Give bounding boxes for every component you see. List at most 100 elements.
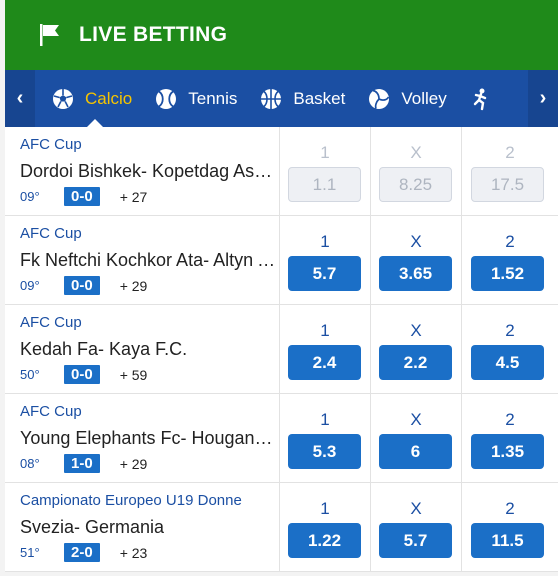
odd-label: 1 [320,410,330,429]
tab-volley[interactable]: Volley [367,70,447,127]
odds-draw: X 2.2 [370,305,461,393]
odd-button[interactable]: 1.35 [471,434,544,469]
match-meta: 08° 1-0 + 29 [20,454,147,473]
odd-label: 1 [320,232,330,251]
more-markets-link[interactable]: + 29 [120,278,148,294]
event-row: AFC Cup Fk Neftchi Kochkor Ata- Altyn As… [5,216,558,305]
odd-label: 2 [505,499,515,518]
soccer-ball-icon [53,88,73,109]
match-score: 0-0 [64,187,100,206]
tab-calcio[interactable]: Calcio [51,70,132,127]
odds-home: 1 5.7 [279,216,370,304]
odd-button[interactable]: 5.7 [288,256,361,291]
odd-button[interactable]: 11.5 [471,523,544,558]
odds-home: 1 1.22 [279,483,370,571]
odd-button[interactable]: 5.3 [288,434,361,469]
competition-name: AFC Cup [20,136,82,153]
odd-label: 1 [320,143,330,162]
event-row: AFC Cup Dordoi Bishkek- Kopetdag Asgabat… [5,127,558,216]
tab-label: Calcio [85,88,133,108]
odds-draw: X 8.25 [370,127,461,215]
match-teams: Svezia- Germania [20,517,165,537]
tab-athletics[interactable] [469,70,503,127]
odd-label: 1 [320,321,330,340]
tab-label: Volley [401,88,447,108]
competition-name: AFC Cup [20,225,82,242]
tennis-ball-icon [156,88,177,109]
match-meta: 51° 2-0 + 23 [20,543,147,562]
competition-name: AFC Cup [20,314,82,331]
event-info[interactable]: AFC Cup Kedah Fa- Kaya F.C. 50° 0-0 + 59 [5,305,280,393]
match-score: 2-0 [64,543,100,562]
flag-icon [40,24,59,46]
more-markets-link[interactable]: + 59 [120,367,148,383]
match-meta: 50° 0-0 + 59 [20,365,147,384]
scroll-left-button[interactable]: ‹ [5,70,35,127]
odd-label: 1 [320,499,330,518]
competition-name: AFC Cup [20,403,82,420]
match-minute: 51° [20,545,40,560]
match-score: 1-0 [64,454,100,473]
match-minute: 09° [20,189,40,204]
basketball-icon [261,88,282,109]
odd-button[interactable]: 1.22 [288,523,361,558]
odds-away: 2 1.35 [461,394,558,482]
tab-tennis[interactable]: Tennis [154,70,237,127]
event-info[interactable]: AFC Cup Young Elephants Fc- Hougang Unit… [5,394,280,482]
odds-away: 2 4.5 [461,305,558,393]
event-row: AFC Cup Young Elephants Fc- Hougang Unit… [5,394,558,483]
match-minute: 50° [20,367,40,382]
scroll-right-button[interactable]: › [528,70,558,127]
odds-draw: X 5.7 [370,483,461,571]
event-row: Campionato Europeo U19 Donne Svezia- Ger… [5,483,558,572]
more-markets-link[interactable]: + 23 [120,545,148,561]
odd-label: 2 [505,232,515,251]
odds-away: 2 17.5 [461,127,558,215]
more-markets-link[interactable]: + 27 [120,189,148,205]
odds-home: 1 2.4 [279,305,370,393]
tab-label: Basket [293,88,346,108]
event-row: AFC Cup Kedah Fa- Kaya F.C. 50° 0-0 + 59… [5,305,558,394]
odd-label: 2 [505,410,515,429]
odd-button[interactable]: 6 [379,434,452,469]
odds-away: 2 1.52 [461,216,558,304]
match-meta: 09° 0-0 + 29 [20,276,147,295]
sport-tabs: Calcio Tennis Basket Volley [51,70,525,127]
odd-label: X [410,410,422,429]
match-score: 0-0 [64,276,100,295]
event-info[interactable]: Campionato Europeo U19 Donne Svezia- Ger… [5,483,280,571]
competition-name: Campionato Europeo U19 Donne [20,492,242,509]
odd-button[interactable]: 1.52 [471,256,544,291]
match-minute: 09° [20,278,40,293]
live-betting-header: LIVE BETTING [5,0,558,70]
odds-home: 1 5.3 [279,394,370,482]
odd-label: X [410,499,422,518]
odd-button[interactable]: 5.7 [379,523,452,558]
odd-button: 1.1 [288,167,361,202]
odd-button[interactable]: 2.4 [288,345,361,380]
odds-draw: X 6 [370,394,461,482]
odd-label: 2 [505,143,515,162]
tab-basket[interactable]: Basket [259,70,345,127]
sport-tabs-nav: ‹ Calcio Tennis Basket Volley › [5,70,558,127]
odd-button[interactable]: 2.2 [379,345,452,380]
event-list: AFC Cup Dordoi Bishkek- Kopetdag Asgabat… [5,127,558,572]
tab-label: Tennis [188,88,238,108]
odd-label: X [410,143,422,162]
match-teams: Dordoi Bishkek- Kopetdag Asgabat [20,161,278,181]
match-meta: 09° 0-0 + 27 [20,187,147,206]
odd-button: 8.25 [379,167,452,202]
volleyball-icon [369,88,390,109]
odds-home: 1 1.1 [279,127,370,215]
more-markets-link[interactable]: + 29 [120,456,148,472]
event-info[interactable]: AFC Cup Fk Neftchi Kochkor Ata- Altyn As… [5,216,280,304]
odd-label: X [410,321,422,340]
odd-button[interactable]: 4.5 [471,345,544,380]
page-title: LIVE BETTING [79,23,228,46]
odds-draw: X 3.65 [370,216,461,304]
match-teams: Young Elephants Fc- Hougang United [20,428,278,448]
event-info[interactable]: AFC Cup Dordoi Bishkek- Kopetdag Asgabat… [5,127,280,215]
odd-button[interactable]: 3.65 [379,256,452,291]
odd-label: 2 [505,321,515,340]
match-score: 0-0 [64,365,100,384]
